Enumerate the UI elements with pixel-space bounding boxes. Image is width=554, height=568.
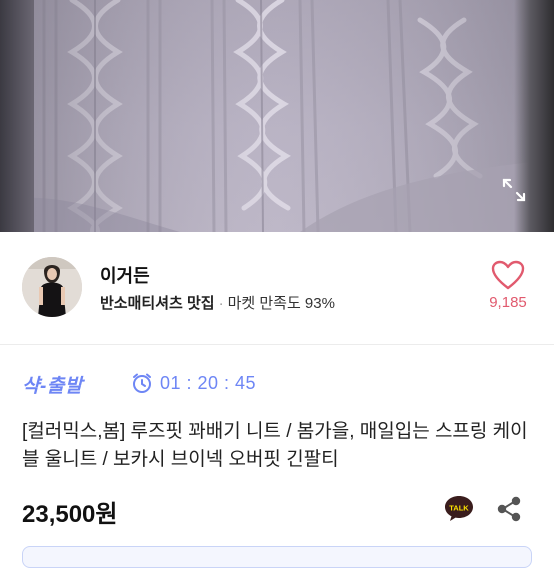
product-title: [컬러믹스,봄] 루즈핏 꽈배기 니트 / 봄가을, 매일입는 스프링 케이블 … bbox=[22, 421, 528, 470]
product-image[interactable] bbox=[0, 0, 554, 232]
section-divider bbox=[0, 344, 554, 345]
expand-icon[interactable] bbox=[500, 176, 528, 204]
avatar-photo bbox=[22, 257, 82, 317]
seller-name[interactable]: 이거든 bbox=[100, 262, 150, 288]
talk-label: TALK bbox=[449, 504, 469, 513]
countdown-timer: 01 : 20 : 45 bbox=[160, 373, 257, 393]
option-box[interactable] bbox=[22, 546, 532, 568]
talk-button[interactable]: TALK bbox=[443, 494, 475, 522]
avatar[interactable] bbox=[22, 257, 82, 317]
knit-texture bbox=[0, 0, 554, 232]
promo-badge: 샥-출발 bbox=[22, 376, 83, 397]
meta-separator: · bbox=[218, 295, 224, 312]
share-icon[interactable] bbox=[496, 496, 522, 522]
heart-icon[interactable] bbox=[490, 259, 526, 291]
seller-meta: 반소매티셔츠 맛집 · 마켓 만족도 93% bbox=[100, 292, 335, 313]
seller-profile[interactable]: 이거든 반소매티셔츠 맛집 · 마켓 만족도 93% 9,185 bbox=[0, 232, 554, 344]
clock-icon bbox=[133, 373, 151, 393]
like-count: 9,185 bbox=[489, 294, 527, 311]
seller-category: 반소매티셔츠 맛집 bbox=[100, 295, 215, 312]
product-price: 23,500원 bbox=[22, 501, 118, 528]
image-shadow-left bbox=[0, 0, 34, 232]
market-satisfaction: 마켓 만족도 93% bbox=[227, 295, 335, 312]
